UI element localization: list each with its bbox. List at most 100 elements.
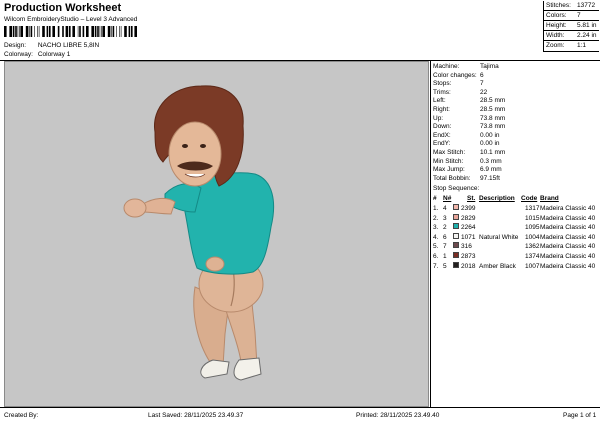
barcode-bar	[25, 26, 29, 37]
machine-label: EndY:	[433, 140, 451, 148]
machine-row: Down: 73.8 mm	[433, 123, 505, 131]
barcode-bar	[124, 26, 127, 37]
machine-info-panel: Machine: Tajima Color changes: 6 Stops: 7 Trim…	[430, 61, 600, 407]
seq-index: 6.	[433, 253, 439, 260]
arm	[142, 197, 176, 215]
barcode-bar	[20, 26, 23, 37]
seq-brand: Madeira Classic 40	[540, 214, 596, 222]
barcode-bar	[4, 26, 7, 37]
barcode	[4, 26, 137, 37]
stat-label: Stitches:	[546, 2, 571, 9]
barcode-bar	[17, 26, 19, 37]
machine-label: Max Jump:	[433, 166, 465, 174]
design-name: NACHO LIBRE 5,8IN	[37, 42, 100, 49]
machine-label: Left:	[433, 97, 446, 105]
machine-label: Stops:	[433, 80, 452, 88]
eye-right	[200, 144, 206, 148]
fist	[123, 198, 147, 218]
color-swatch	[453, 204, 459, 210]
machine-row: Machine: Tajima	[433, 63, 499, 71]
machine-label: Trims:	[433, 88, 451, 96]
seq-code: 1007	[525, 262, 540, 270]
barcode-bar	[116, 26, 117, 37]
colorway-row: Colorway: Colorway 1	[4, 51, 70, 58]
color-swatch	[453, 261, 459, 268]
colorway-name: Colorway 1	[37, 51, 71, 58]
col-code: Code	[521, 195, 538, 202]
machine-row: Trims: 22	[433, 89, 487, 97]
barcode-bar	[57, 26, 60, 37]
seq-stitches: 316	[461, 243, 472, 251]
seq-brand: Madeira Classic 40	[540, 243, 596, 251]
col-needle: N#	[443, 195, 452, 202]
color-swatch	[453, 252, 459, 258]
seq-stitches: 2264	[461, 224, 476, 232]
machine-value: 7	[480, 80, 484, 88]
seq-description: Amber Black	[479, 262, 516, 270]
eye-left	[182, 144, 188, 148]
sequence-header: # N# St. Description Code Brand	[433, 194, 599, 203]
barcode-bar	[86, 26, 89, 37]
barcode-bar	[12, 26, 15, 37]
barcode-bar	[46, 26, 49, 37]
seq-stitches: 1071	[461, 233, 476, 241]
col-description: Description	[479, 195, 515, 202]
seq-stitches: 2829	[461, 214, 476, 222]
seq-brand: Madeira Classic 40	[540, 253, 596, 260]
machine-row: Total Bobbin: 97.15ft	[433, 175, 500, 183]
barcode-bar	[119, 26, 120, 37]
barcode-bar	[15, 26, 17, 37]
divider	[0, 407, 600, 408]
barcode-bar	[97, 26, 99, 37]
barcode-bar	[72, 26, 75, 37]
barcode-bar	[107, 26, 111, 37]
barcode-bar	[42, 26, 45, 37]
stat-label: Height:	[546, 22, 567, 29]
barcode-bar	[77, 26, 79, 37]
seq-description: Natural White	[479, 233, 519, 241]
design-row: Design: NACHO LIBRE 5,8IN	[4, 42, 99, 49]
embroidery-figure	[123, 85, 275, 381]
col-num: #	[433, 195, 437, 202]
machine-label: Color changes:	[433, 71, 477, 79]
machine-label: Up:	[433, 114, 444, 122]
barcode-bar	[120, 26, 122, 37]
barcode-bar	[38, 26, 40, 37]
barcode-bar	[52, 26, 55, 37]
seq-code: 1317	[525, 205, 540, 212]
machine-row: Color changes: 6	[433, 72, 484, 80]
machine-value: 6.9 mm	[480, 166, 502, 174]
summary-stats: Stitches: 13772 Colors: 7 Height: 5.81 in W…	[543, 1, 599, 52]
machine-row: Max Jump: 6.9 mm	[433, 166, 502, 174]
machine-value: 0.3 mm	[480, 157, 502, 165]
sequence-row: 5. 7 316 1362 Madeira Classic 40	[433, 242, 599, 251]
seq-code: 1015	[525, 214, 540, 222]
stat-label: Zoom:	[546, 42, 565, 49]
sequence-row: 7. 5 2018 Amber Black 1007 Madeira Classic 40	[433, 261, 599, 271]
barcode-bar	[111, 26, 112, 37]
last-saved: Last Saved: 28/11/2025 23.49.37	[148, 412, 244, 419]
seq-brand: Madeira Classic 40	[540, 233, 596, 241]
seq-index: 5.	[433, 243, 439, 251]
col-stitches: St.	[467, 195, 476, 202]
seq-index: 2.	[433, 214, 439, 222]
stat-value: 7	[577, 12, 581, 19]
seq-needle: 1	[443, 253, 447, 260]
stat-zoom: Zoom: 1:1	[544, 41, 599, 51]
machine-value: 97.15ft	[480, 174, 500, 182]
design-preview	[4, 61, 429, 407]
machine-value: 22	[480, 88, 488, 96]
barcode-bar	[102, 26, 105, 37]
machine-value: 10.1 mm	[480, 149, 506, 156]
machine-label: Total Bobbin:	[433, 174, 471, 182]
barcode-bar	[49, 26, 51, 37]
sequence-row: 6. 1 2873 1374 Madeira Classic 40	[433, 252, 599, 261]
machine-row: Stops: 7	[433, 80, 484, 88]
machine-value: 73.8 mm	[480, 114, 506, 122]
stat-value: 2.24 in	[577, 32, 597, 39]
machine-row: EndX: 0.00 in	[433, 132, 500, 140]
barcode-bar	[37, 26, 38, 37]
stop-sequence-title: Stop Sequence:	[433, 185, 480, 192]
barcode-bar	[30, 26, 33, 37]
seq-needle: 2	[443, 224, 447, 232]
